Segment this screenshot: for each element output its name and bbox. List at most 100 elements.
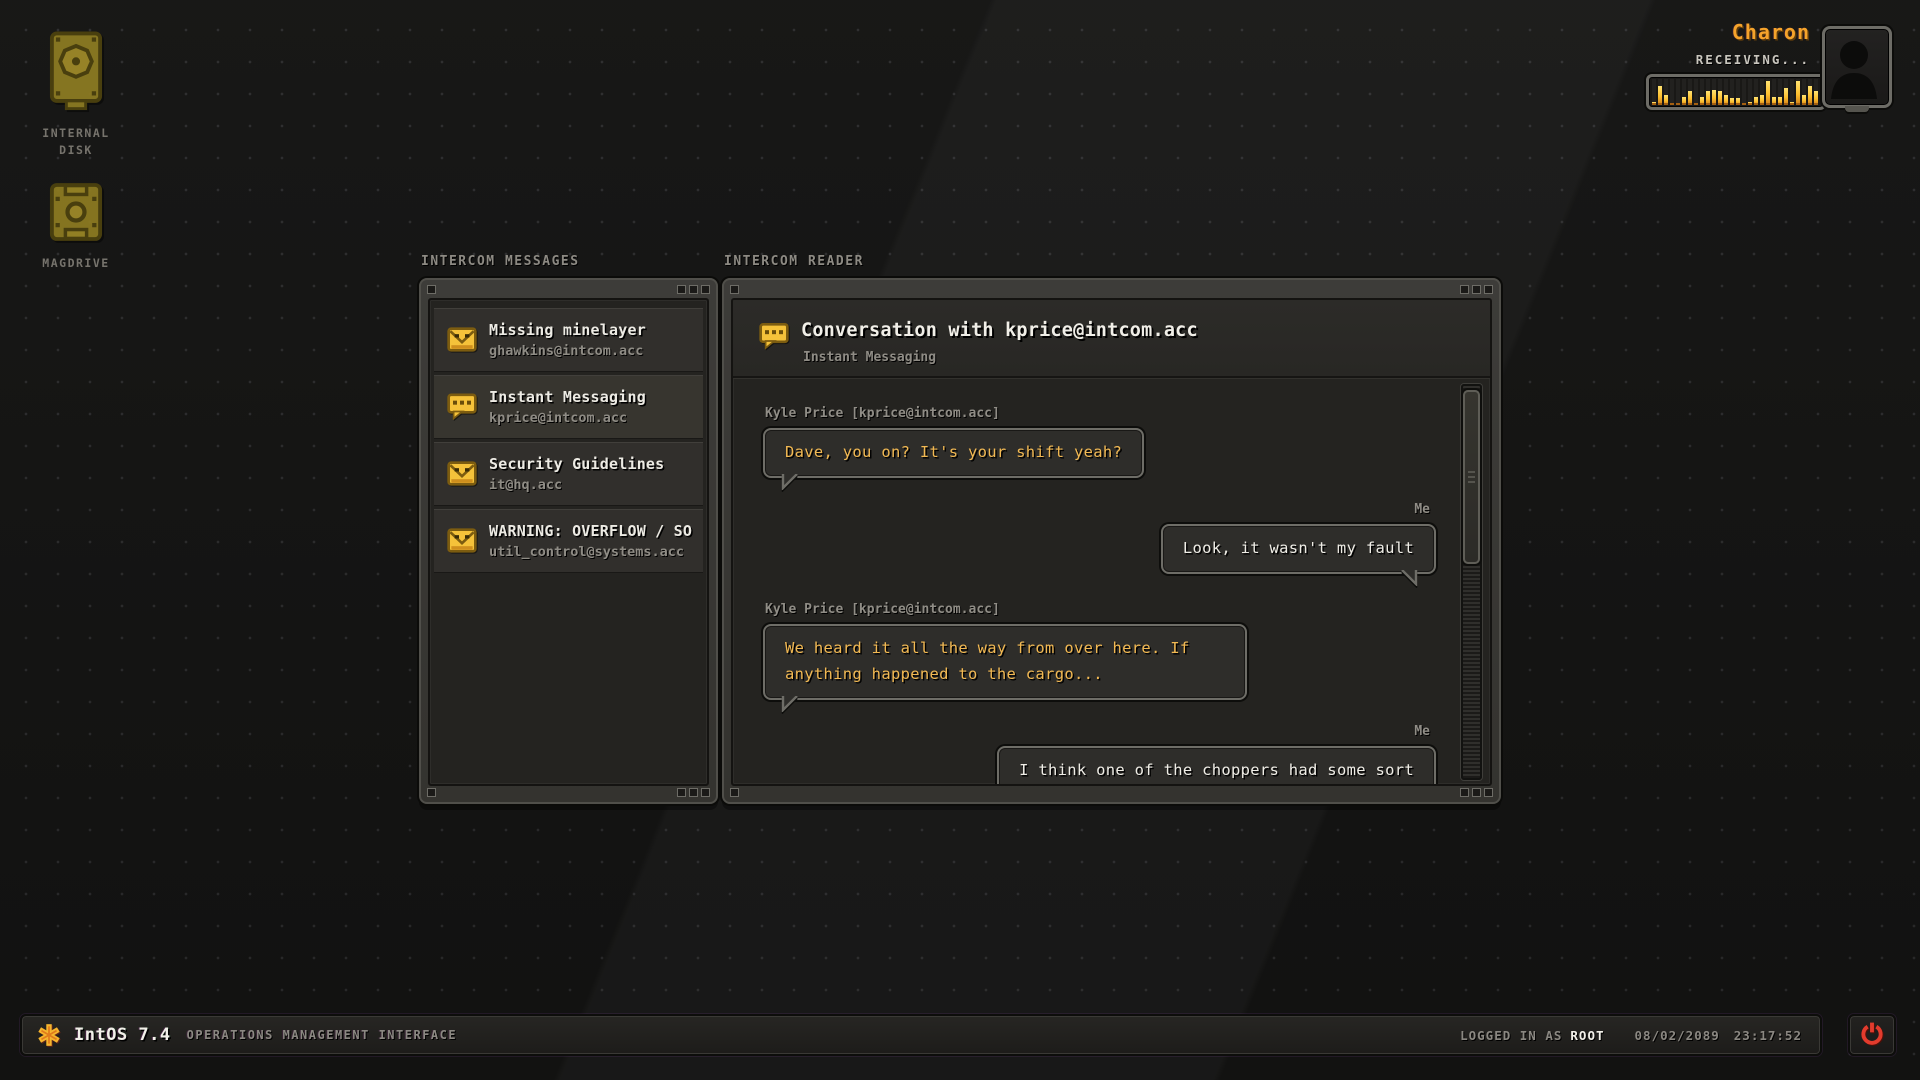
message-subject: WARNING: OVERFLOW / SO (489, 522, 692, 540)
visualizer-bar (1694, 79, 1698, 105)
mail-icon (447, 460, 477, 488)
visualizer-bar (1682, 79, 1686, 105)
window-corner-dot (1460, 285, 1469, 294)
hard-disk-icon (49, 30, 103, 116)
reader-window-title: INTERCOM READER (724, 254, 864, 269)
chat-sender-label: Me (1414, 502, 1430, 517)
window-corner-dot (701, 285, 710, 294)
message-list-item[interactable]: WARNING: OVERFLOW / SO util_control@syste… (434, 509, 703, 573)
message-subject: Instant Messaging (489, 388, 646, 406)
chat-icon (447, 393, 477, 421)
message-sender-address: ghawkins@intcom.acc (489, 343, 646, 359)
window-corner-dot (427, 285, 436, 294)
window-corner-dot (730, 788, 739, 797)
messages-window-body: Missing minelayer ghawkins@intcom.acc Inst… (428, 298, 709, 786)
caller-name: Charon (1732, 20, 1810, 44)
visualizer-bar (1730, 79, 1734, 105)
window-corner-dot (689, 285, 698, 294)
window-corner-dot (1460, 788, 1469, 797)
reader-window: Conversation with kprice@intcom.acc Inst… (722, 278, 1501, 804)
person-silhouette-icon (1825, 84, 1883, 103)
chat-bubble: I think one of the choppers had some sor… (997, 746, 1436, 784)
caller-status: RECEIVING... (1696, 52, 1810, 67)
reader-window-body: Conversation with kprice@intcom.acc Inst… (731, 298, 1492, 786)
desktop-icon-label: MAGDRIVE (37, 255, 115, 272)
messages-window: Missing minelayer ghawkins@intcom.acc Inst… (419, 278, 718, 804)
visualizer-bar (1688, 79, 1692, 105)
scrollbar-grip (1468, 471, 1476, 473)
chat-bubble: We heard it all the way from over here. … (763, 624, 1247, 700)
system-time: 23:17:52 (1734, 1028, 1802, 1043)
scrollbar-grip (1468, 481, 1476, 483)
bubble-tail (1400, 570, 1420, 586)
chat-bubble: Look, it wasn't my fault (1161, 524, 1436, 574)
chat-scrollbar-track[interactable] (1461, 384, 1482, 780)
window-corner-dot (689, 788, 698, 797)
message-list-item[interactable]: Security Guidelinesit@hq.acc (434, 442, 703, 506)
message-subject: Missing minelayer (489, 321, 646, 339)
visualizer-bar (1736, 79, 1740, 105)
scrollbar-grip (1468, 476, 1476, 478)
window-corner-dot (677, 285, 686, 294)
os-subtitle: OPERATIONS MANAGEMENT INTERFACE (187, 1028, 457, 1042)
visualizer-bar (1778, 79, 1782, 105)
chat-icon (759, 322, 789, 350)
magdrive-icon (49, 182, 103, 246)
visualizer-bar (1772, 79, 1776, 105)
mail-icon (447, 326, 477, 354)
mail-icon (447, 527, 477, 555)
conversation-subtitle: Instant Messaging (803, 350, 936, 365)
message-item-texts: Missing minelayer ghawkins@intcom.acc (489, 321, 646, 359)
message-item-texts: Security Guidelinesit@hq.acc (489, 455, 664, 493)
chat-message-text: Look, it wasn't my fault (1183, 539, 1414, 557)
power-button[interactable] (1848, 1014, 1896, 1056)
visualizer-bar (1808, 79, 1812, 105)
conversation-title: Conversation with kprice@intcom.acc (801, 320, 1198, 341)
chat-sender-label: Me (1414, 724, 1430, 739)
visualizer-bar (1706, 79, 1710, 105)
audio-visualizer-bars (1646, 74, 1826, 110)
visualizer-bar (1652, 79, 1656, 105)
window-corner-dot (730, 285, 739, 294)
visualizer-bar (1664, 79, 1668, 105)
message-sender-address: util_control@systems.acc (489, 544, 692, 560)
visualizer-bar (1790, 79, 1794, 105)
visualizer-bar (1796, 79, 1800, 105)
os-name: IntOS 7.4 (74, 1025, 171, 1045)
message-item-texts: Instant Messaging kprice@intcom.acc (489, 388, 646, 426)
chat-scrollbar-thumb[interactable] (1463, 390, 1480, 564)
visualizer-bar (1814, 79, 1818, 105)
message-list-item[interactable]: Missing minelayer ghawkins@intcom.acc (434, 308, 703, 372)
avatar-frame-tab (1845, 106, 1869, 112)
message-sender-address: kprice@intcom.acc (489, 410, 646, 426)
desktop: { "desktop": { "icons": [ { "name": "int… (0, 0, 1920, 1080)
visualizer-bar (1658, 79, 1662, 105)
message-list-item[interactable]: Instant Messaging kprice@intcom.acc (434, 375, 703, 439)
desktop-icon-internal-disk[interactable]: INTERNAL DISK (20, 30, 132, 159)
message-item-texts: WARNING: OVERFLOW / SO util_control@syste… (489, 522, 692, 560)
desktop-icon-magdrive[interactable]: MAGDRIVE (20, 182, 132, 272)
bubble-tail (779, 474, 799, 490)
chat-bubble: Dave, you on? It's your shift yeah? (763, 428, 1144, 478)
visualizer-bar (1766, 79, 1770, 105)
visualizer-bar (1760, 79, 1764, 105)
visualizer-bar (1676, 79, 1680, 105)
visualizer-bar (1748, 79, 1752, 105)
visualizer-bar (1742, 79, 1746, 105)
conversation-header: Conversation with kprice@intcom.acc Inst… (733, 300, 1490, 378)
window-corner-dot (1472, 788, 1481, 797)
chat-message-text: We heard it all the way from over here. … (785, 639, 1190, 683)
logged-in-user: ROOT (1570, 1028, 1604, 1043)
message-list: Missing minelayer ghawkins@intcom.acc Inst… (430, 300, 707, 784)
chat-sender-label: Kyle Price [kprice@intcom.acc] (765, 406, 1000, 421)
window-corner-dot (1484, 285, 1493, 294)
system-date: 08/02/2089 (1635, 1028, 1720, 1043)
chat-area: Kyle Price [kprice@intcom.acc] Dave, you … (733, 378, 1490, 784)
visualizer-bar (1718, 79, 1722, 105)
taskbar-status: LOGGED IN AS ROOT 08/02/2089 23:17:52 (1460, 1028, 1802, 1043)
message-sender-address: it@hq.acc (489, 477, 664, 493)
window-corner-dot (701, 788, 710, 797)
chat-message-text: Dave, you on? It's your shift yeah? (785, 443, 1122, 461)
desktop-icon-label: INTERNAL DISK (37, 125, 115, 159)
power-icon (1859, 1020, 1885, 1050)
